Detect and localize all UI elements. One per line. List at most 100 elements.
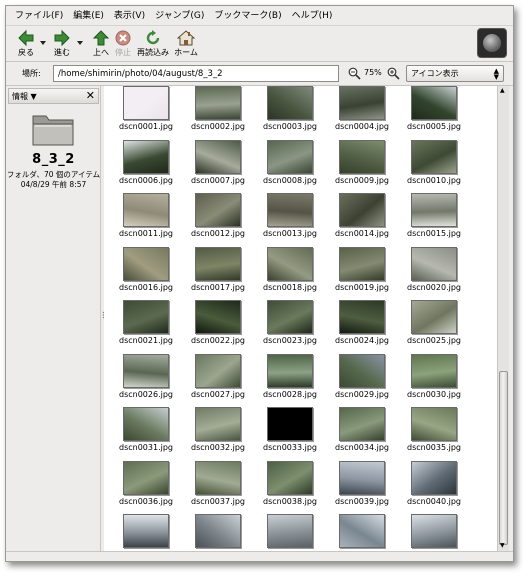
file-icon-item[interactable]: dscn0037.jpg xyxy=(182,460,254,514)
toolbar: 戻る 進む 上へ 停止 再読込み ホーム xyxy=(6,26,513,62)
file-name: dscn0001.jpg xyxy=(119,122,173,131)
side-pane-header[interactable]: 情報 ▼ ✕ xyxy=(8,88,99,104)
file-icon-item[interactable]: dscn0011.jpg xyxy=(110,193,182,246)
file-name: dscn0011.jpg xyxy=(119,229,173,238)
file-icon-item[interactable]: dscn0031.jpg xyxy=(110,407,182,460)
file-icon-item[interactable]: dscn0016.jpg xyxy=(110,246,182,300)
menu-help[interactable]: ヘルプ(H) xyxy=(287,6,338,26)
file-name: dscn0016.jpg xyxy=(119,282,173,292)
image-thumbnail xyxy=(339,300,385,334)
image-thumbnail xyxy=(411,246,457,281)
file-name: dscn0023.jpg xyxy=(263,336,317,345)
file-icon-item[interactable]: dscn0032.jpg xyxy=(182,407,254,460)
file-icon-item[interactable]: dscn0001.jpg xyxy=(110,86,182,139)
file-icon-item[interactable]: dscn0005.jpg xyxy=(398,86,470,139)
file-icon-item[interactable]: dscn0014.jpg xyxy=(326,193,398,246)
forward-button[interactable]: 進む xyxy=(46,28,78,60)
image-thumbnail xyxy=(123,460,169,495)
file-icon-item[interactable]: dscn0043.jpg xyxy=(254,514,326,551)
file-icon-item[interactable]: dscn0012.jpg xyxy=(182,193,254,246)
file-icon-item[interactable]: dscn0018.jpg xyxy=(254,246,326,300)
dropdown-triangle-icon: ▼ xyxy=(30,92,37,101)
image-thumbnail xyxy=(195,300,241,334)
file-icon-item[interactable]: dscn0013.jpg xyxy=(254,193,326,246)
forward-history-dropdown-icon[interactable] xyxy=(77,40,83,46)
close-icon[interactable]: ✕ xyxy=(86,89,95,103)
menu-view[interactable]: 表示(V) xyxy=(109,6,150,26)
file-icon-item[interactable]: dscn0023.jpg xyxy=(254,300,326,353)
file-icon-item[interactable]: dscn0030.jpg xyxy=(398,353,470,407)
file-icon-item[interactable]: dscn0007.jpg xyxy=(182,139,254,193)
file-icon-item[interactable]: dscn0022.jpg xyxy=(182,300,254,353)
file-icon-item[interactable]: dscn0003.jpg xyxy=(254,86,326,139)
file-icon-item[interactable]: dscn0004.jpg xyxy=(326,86,398,139)
file-name: dscn0034.jpg xyxy=(335,443,389,452)
file-icon-item[interactable]: dscn0029.jpg xyxy=(326,353,398,407)
location-input[interactable] xyxy=(53,65,339,82)
home-button[interactable]: ホーム xyxy=(171,28,201,60)
file-manager-window: ファイル(F) 編集(E) 表示(V) ジャンプ(G) ブックマーク(B) ヘル… xyxy=(5,5,514,562)
file-icon-item[interactable]: dscn0002.jpg xyxy=(182,86,254,139)
menu-go[interactable]: ジャンプ(G) xyxy=(150,6,209,26)
image-thumbnail xyxy=(411,460,457,495)
file-icon-item[interactable]: dscn0026.jpg xyxy=(110,353,182,407)
view-mode-select[interactable]: アイコン表示 ▲ ▼ xyxy=(406,65,504,82)
vertical-scrollbar[interactable]: ▲ ▼ xyxy=(497,86,509,551)
file-icon-item[interactable]: dscn0017.jpg xyxy=(182,246,254,300)
file-name: dscn0002.jpg xyxy=(191,122,245,131)
zoom-out-icon[interactable] xyxy=(348,67,361,80)
back-button[interactable]: 戻る xyxy=(10,28,42,60)
image-thumbnail xyxy=(339,193,385,227)
image-thumbnail xyxy=(195,514,241,548)
image-thumbnail xyxy=(411,139,457,174)
file-icon-item[interactable]: dscn0006.jpg xyxy=(110,139,182,193)
file-icon-item[interactable]: dscn0025.jpg xyxy=(398,300,470,353)
menu-bookmarks[interactable]: ブックマーク(B) xyxy=(209,6,286,26)
reload-button[interactable]: 再読込み xyxy=(134,28,172,60)
file-icon-item[interactable]: dscn0034.jpg xyxy=(326,407,398,460)
file-icon-item[interactable]: dscn0010.jpg xyxy=(398,139,470,193)
file-icon-item[interactable]: dscn0021.jpg xyxy=(110,300,182,353)
file-name: dscn0012.jpg xyxy=(191,229,245,238)
menu-file[interactable]: ファイル(F) xyxy=(10,6,68,26)
image-thumbnail xyxy=(267,86,313,120)
zoom-level[interactable]: 75% xyxy=(364,68,382,77)
scrollbar-thumb[interactable] xyxy=(499,371,508,545)
image-thumbnail xyxy=(267,246,313,281)
image-thumbnail xyxy=(411,514,457,548)
file-icon-item[interactable]: dscn0036.jpg xyxy=(110,460,182,514)
location-bar: 場所: 75% アイコン表示 ▲▼ xyxy=(6,62,513,86)
image-thumbnail xyxy=(411,300,457,334)
file-icon-item[interactable]: dscn0035.jpg xyxy=(398,407,470,460)
home-label: ホーム xyxy=(174,48,198,57)
file-icon-item[interactable]: dscn0041.jpg xyxy=(110,514,182,551)
file-icon-item[interactable]: dscn0028.jpg xyxy=(254,353,326,407)
file-icon-item[interactable]: dscn0024.jpg xyxy=(326,300,398,353)
status-bar xyxy=(6,551,513,561)
file-name: dscn0033.jpg xyxy=(263,443,317,452)
zoom-in-icon[interactable] xyxy=(387,67,400,80)
file-icon-item[interactable]: dscn0027.jpg xyxy=(182,353,254,407)
file-icon-item[interactable]: dscn0020.jpg xyxy=(398,246,470,300)
file-icon-item[interactable]: dscn0019.jpg xyxy=(326,246,398,300)
image-thumbnail xyxy=(267,193,313,227)
file-icon-item[interactable]: dscn0040.jpg xyxy=(398,460,470,514)
file-name: dscn0031.jpg xyxy=(119,443,173,452)
back-label: 戻る xyxy=(18,48,34,57)
file-icon-item[interactable]: hatoba_1.jpg xyxy=(326,514,398,551)
file-name: dscn0008.jpg xyxy=(263,175,317,185)
file-icon-item[interactable]: hatoba_2.jpg xyxy=(398,514,470,551)
file-icon-item[interactable]: dscn0038.jpg xyxy=(254,460,326,514)
image-thumbnail xyxy=(123,246,169,281)
file-icon-item[interactable]: dscn0039.jpg xyxy=(326,460,398,514)
file-icon-item[interactable]: dscn0033.jpg xyxy=(254,407,326,460)
scroll-down-arrow-icon[interactable]: ▼ xyxy=(500,543,505,549)
scroll-up-arrow-icon[interactable]: ▲ xyxy=(500,88,505,94)
file-icon-item[interactable]: dscn0008.jpg xyxy=(254,139,326,193)
file-icon-item[interactable]: dscn0015.jpg xyxy=(398,193,470,246)
image-thumbnail xyxy=(123,300,169,334)
file-icon-item[interactable]: dscn0042.jpg xyxy=(182,514,254,551)
file-name: dscn0015.jpg xyxy=(407,229,461,238)
menu-edit[interactable]: 編集(E) xyxy=(68,6,109,26)
file-icon-item[interactable]: dscn0009.jpg xyxy=(326,139,398,193)
